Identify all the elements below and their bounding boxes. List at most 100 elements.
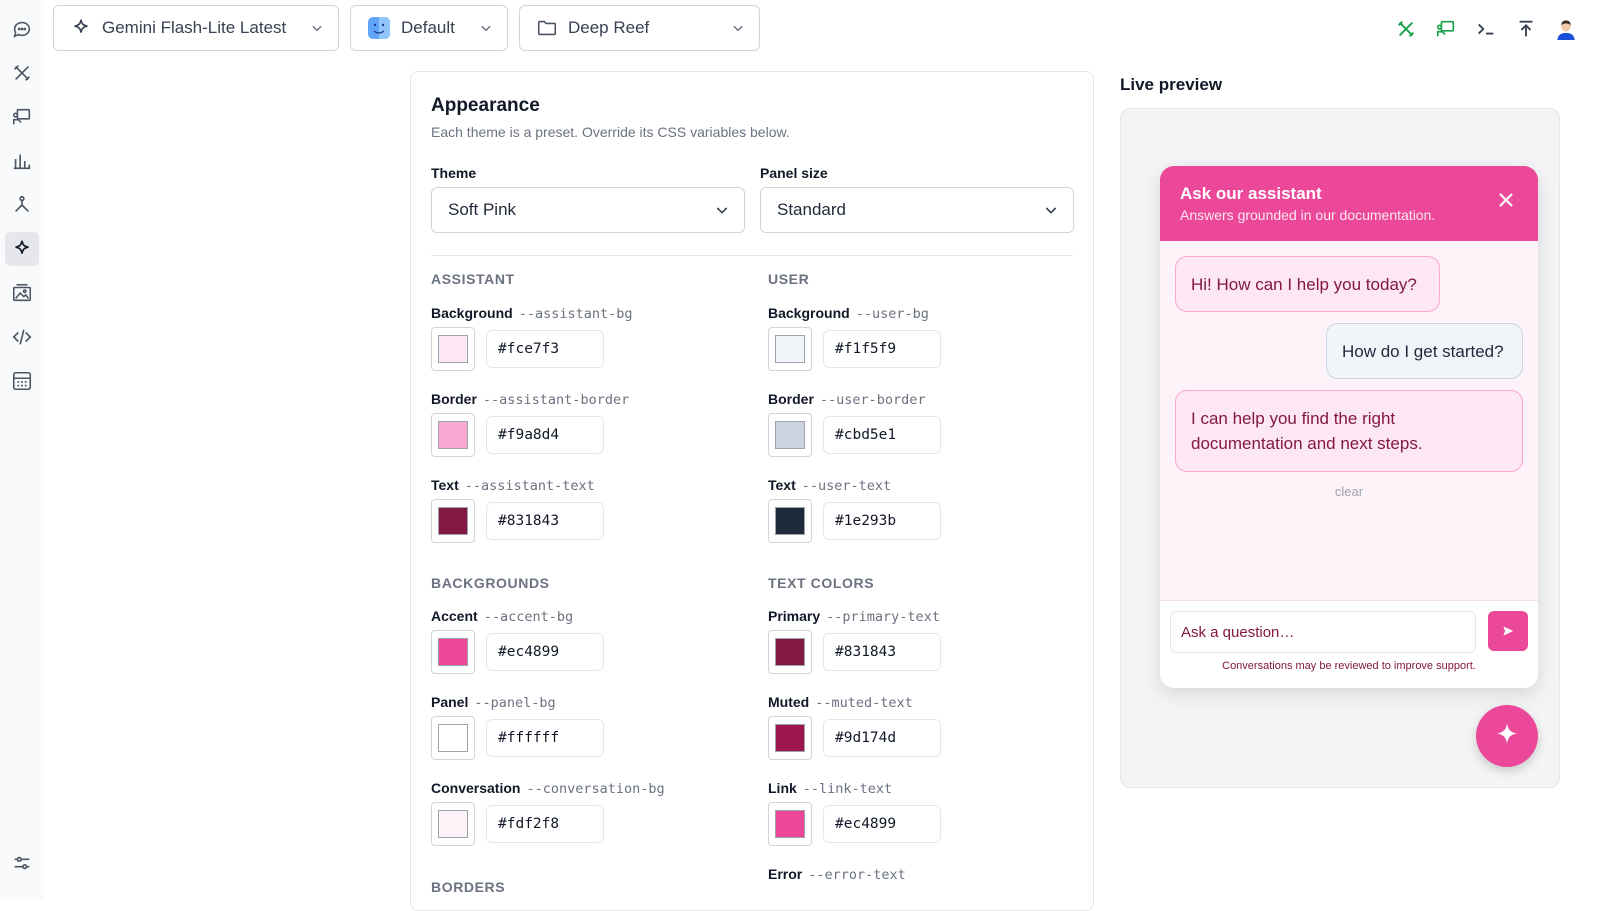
theme-label: Theme (431, 165, 477, 181)
css-variable-name: --primary-text (826, 609, 940, 625)
terminal-icon[interactable] (1466, 14, 1506, 44)
send-button[interactable] (1488, 611, 1528, 651)
theme-value: Soft Pink (448, 200, 517, 219)
color-swatch (775, 335, 805, 363)
primary-text-color-picker[interactable] (768, 630, 812, 674)
profile-label: Default (401, 18, 455, 37)
link-text-color-picker[interactable] (768, 802, 812, 846)
sparkle-icon (74, 19, 88, 33)
assistant-bg-label: Background --assistant-bg (431, 305, 632, 322)
theme-select[interactable]: Soft Pink (431, 187, 745, 233)
panel-bg-color-picker[interactable] (431, 716, 475, 760)
var-label-text: Conversation (431, 780, 521, 796)
var-label-text: Primary (768, 608, 821, 624)
assistant-text-color-picker[interactable] (431, 499, 475, 543)
css-variable-name: --assistant-border (482, 392, 630, 408)
color-swatch (438, 724, 468, 752)
fork-icon[interactable] (5, 188, 39, 222)
upload-icon[interactable] (1506, 14, 1546, 44)
css-variable-name: --panel-bg (474, 695, 556, 711)
appearance-subtitle: Each theme is a preset. Override its CSS… (431, 124, 790, 140)
clear-link[interactable]: clear (1160, 484, 1538, 499)
chat-icon[interactable] (5, 12, 39, 46)
conversation-bg-label: Conversation --conversation-bg (431, 780, 665, 797)
css-variable-name: --error-text (808, 867, 906, 883)
color-swatch (775, 507, 805, 535)
user-text-label: Text --user-text (768, 477, 891, 494)
launcher-button[interactable] (1476, 705, 1538, 767)
var-label-text: Text (768, 477, 796, 493)
assistant-text-label: Text --assistant-text (431, 477, 595, 494)
error-text-label: Error --error-text (768, 866, 906, 883)
user-bg-color-picker[interactable] (768, 327, 812, 371)
close-icon[interactable] (1494, 188, 1518, 212)
css-variable-name: --link-text (802, 781, 893, 797)
presentation-icon[interactable] (5, 100, 39, 134)
panel-bg-label: Panel --panel-bg (431, 694, 556, 711)
tools-icon[interactable] (1386, 14, 1426, 44)
chevron-down-icon (733, 25, 743, 32)
panel-size-label: Panel size (760, 165, 828, 181)
css-variable-name: --muted-text (815, 695, 913, 711)
user-text-color-picker[interactable] (768, 499, 812, 543)
color-swatch (438, 638, 468, 666)
sparkle-icon[interactable] (5, 232, 39, 266)
presentation-icon[interactable] (1426, 14, 1466, 44)
panel-bg-hex-input[interactable]: #ffffff (486, 719, 604, 757)
color-swatch (438, 507, 468, 535)
primary-text-hex-input[interactable]: #831843 (823, 633, 941, 671)
calculator-icon[interactable] (5, 364, 39, 398)
bar-chart-icon[interactable] (5, 144, 39, 178)
live-preview-title: Live preview (1120, 75, 1223, 94)
css-variable-name: --assistant-text (464, 478, 595, 494)
conversation-bg-hex-input[interactable]: #fdf2f8 (486, 805, 604, 843)
profile-selector[interactable]: Default (350, 5, 508, 51)
model-selector[interactable]: Gemini Flash-Lite Latest (53, 5, 339, 51)
conversation-bg-color-picker[interactable] (431, 802, 475, 846)
assistant-bg-hex-input[interactable]: #fce7f3 (486, 330, 604, 368)
image-gallery-icon[interactable] (5, 276, 39, 310)
user-border-hex-input[interactable]: #cbd5e1 (823, 416, 941, 454)
var-label-text: Text (431, 477, 459, 493)
assistant-message: Hi! How can I help you today? (1175, 256, 1440, 312)
accent-bg-hex-input[interactable]: #ec4899 (486, 633, 604, 671)
var-label-text: Muted (768, 694, 810, 710)
avatar[interactable] (1546, 14, 1586, 44)
tools-icon[interactable] (5, 56, 39, 90)
assistant-bg-color-picker[interactable] (431, 327, 475, 371)
var-label-text: Background (768, 305, 850, 321)
muted-text-color-picker[interactable] (768, 716, 812, 760)
appearance-title: Appearance (431, 95, 540, 116)
sliders-icon[interactable] (5, 846, 39, 880)
assistant-border-color-picker[interactable] (431, 413, 475, 457)
accent-bg-color-picker[interactable] (431, 630, 475, 674)
link-text-hex-input[interactable]: #ec4899 (823, 805, 941, 843)
project-selector[interactable]: Deep Reef (519, 5, 760, 51)
user-border-color-picker[interactable] (768, 413, 812, 457)
section-user: USER (768, 271, 810, 287)
assistant-border-label: Border --assistant-border (431, 391, 629, 408)
panel-size-select[interactable]: Standard (760, 187, 1074, 233)
code-icon[interactable] (5, 320, 39, 354)
left-rail (0, 0, 44, 900)
color-swatch (775, 724, 805, 752)
finder-icon (368, 17, 390, 39)
user-bg-hex-input[interactable]: #f1f5f9 (823, 330, 941, 368)
user-text-hex-input[interactable]: #1e293b (823, 502, 941, 540)
assistant-text-hex-input[interactable]: #831843 (486, 502, 604, 540)
var-label-text: Panel (431, 694, 469, 710)
var-label-text: Error (768, 866, 803, 882)
primary-text-label: Primary --primary-text (768, 608, 940, 625)
section-borders: BORDERS (431, 879, 506, 895)
muted-text-hex-input[interactable]: #9d174d (823, 719, 941, 757)
css-variable-name: --assistant-bg (518, 306, 633, 322)
footer-note: Conversations may be reviewed to improve… (1222, 660, 1476, 672)
css-variable-name: --accent-bg (483, 609, 574, 625)
chevron-down-icon (481, 25, 491, 32)
link-text-label: Link --link-text (768, 780, 892, 797)
assistant-border-hex-input[interactable]: #f9a8d4 (486, 416, 604, 454)
question-input[interactable]: Ask a question… (1170, 611, 1476, 653)
section-assistant: ASSISTANT (431, 271, 515, 287)
muted-text-label: Muted --muted-text (768, 694, 913, 711)
accent-bg-label: Accent --accent-bg (431, 608, 573, 625)
